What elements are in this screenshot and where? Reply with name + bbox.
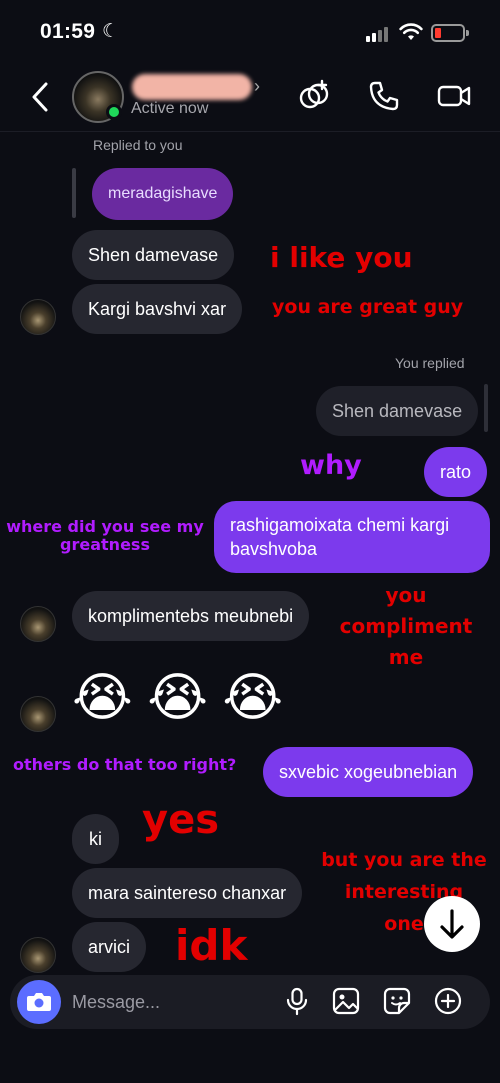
chevron-right-icon[interactable]: › [254,76,260,97]
quoted-own-message[interactable]: Shen damevase [316,386,479,436]
arrow-down-icon [440,909,464,939]
effects-icon[interactable] [296,78,332,114]
phone-icon[interactable] [366,78,402,114]
replied-to-you-label: Replied to you [93,137,183,153]
incoming-message[interactable]: komplimentebs meubnebi [72,591,310,641]
annotation-line: but you are the [321,849,487,871]
message-line: rashigamoixata chemi kargi [230,515,450,535]
sender-avatar[interactable] [20,937,56,973]
you-replied-label: You replied [395,355,465,371]
sticker-icon[interactable] [382,986,412,1016]
annotation-text: you are great guy [272,296,464,318]
video-call-icon[interactable] [436,78,472,114]
microphone-icon[interactable] [282,986,312,1016]
annotation-text: where did you see my greatness [3,517,207,555]
annotation-line: where did you see my [6,517,204,536]
annotation-text: you compliment me [330,580,482,673]
sender-avatar[interactable] [20,606,56,642]
annotation-line: compliment [339,614,473,638]
incoming-message[interactable]: ki [72,814,119,864]
outgoing-message[interactable]: rato [424,447,488,497]
online-status-dot [106,104,122,120]
message-input[interactable] [72,988,272,1016]
annotation-line: one [384,913,424,935]
annotation-line: you [385,583,427,607]
plus-circle-icon[interactable] [433,986,463,1016]
annotation-text: why [300,450,362,481]
incoming-message[interactable]: Shen damevase [72,230,235,280]
active-status: Active now [131,100,209,117]
incoming-message[interactable]: mara saintereso chanxar [72,868,303,918]
header-divider [0,131,500,132]
annotation-line: greatness [60,535,150,555]
annotation-text: others do that too right? [13,755,237,774]
sender-avatar[interactable] [20,696,56,732]
outgoing-message[interactable]: sxvebic xogeubnebian [263,747,474,797]
scroll-to-bottom-button[interactable] [424,896,480,952]
incoming-message[interactable]: Kargi bavshvi xar [72,284,243,334]
camera-icon [27,993,51,1011]
back-chevron-icon[interactable] [28,80,54,114]
message-line: bavshvoba [230,539,318,559]
scrollbar[interactable] [484,384,488,432]
outgoing-message[interactable]: rashigamoixata chemi kargi bavshvoba [214,501,490,573]
camera-button[interactable] [17,980,61,1024]
annotation-line: me [388,645,424,669]
incoming-message[interactable]: arvici [72,922,147,972]
annotation-text: yes [142,797,220,843]
battery-icon [431,24,469,42]
quoted-message[interactable]: meradagishave [92,168,234,220]
emoji-message[interactable]: 😭 😭 😭 [72,668,283,728]
sender-avatar[interactable] [20,299,56,335]
reply-indicator-bar [72,168,76,218]
contact-name-redacted[interactable] [132,74,252,100]
wifi-icon [399,23,423,40]
status-time: 01:59 [40,20,96,43]
gallery-icon[interactable] [331,986,361,1016]
moon-icon: ☾ [102,21,120,42]
annotation-text: i like you [270,241,413,274]
cellular-signal-icon [366,26,392,42]
annotation-text: idk [175,921,248,970]
